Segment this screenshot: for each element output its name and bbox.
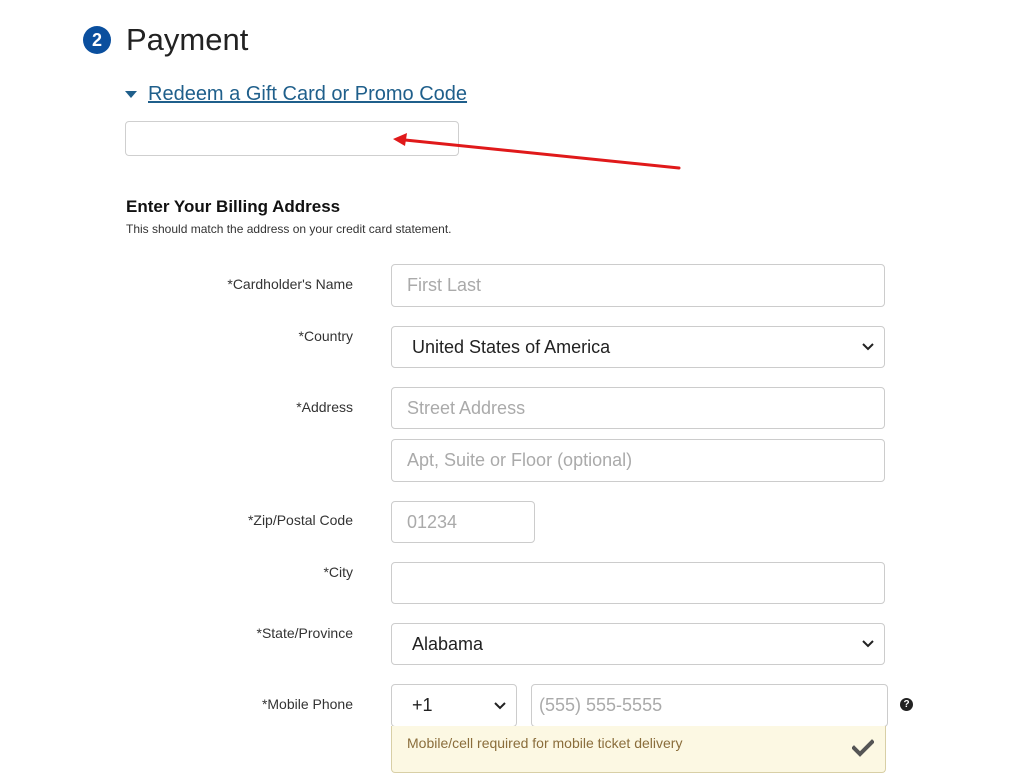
chevron-down-icon bbox=[494, 701, 506, 709]
promo-code-input[interactable] bbox=[125, 121, 459, 156]
country-label: *Country bbox=[298, 328, 353, 344]
chevron-down-icon bbox=[862, 343, 874, 351]
promo-code-toggle[interactable]: Redeem a Gift Card or Promo Code bbox=[125, 81, 467, 107]
state-selected-value: Alabama bbox=[412, 633, 484, 654]
chevron-down-icon bbox=[862, 640, 874, 648]
mobile-phone-label: *Mobile Phone bbox=[261, 696, 353, 712]
country-select[interactable]: United States of America bbox=[391, 326, 885, 368]
city-label: *City bbox=[323, 564, 353, 580]
zip-code-input[interactable] bbox=[391, 501, 535, 543]
cardholder-name-label: *Cardholder's Name bbox=[227, 276, 353, 292]
phone-country-code-value: +1 bbox=[412, 695, 433, 715]
phone-country-code-select[interactable]: +1 bbox=[391, 684, 517, 727]
country-selected-value: United States of America bbox=[412, 336, 611, 357]
question-circle-icon[interactable]: ? bbox=[900, 698, 913, 711]
zip-code-label: *Zip/Postal Code bbox=[247, 512, 353, 528]
cardholder-name-input[interactable] bbox=[391, 264, 885, 307]
caret-down-icon bbox=[125, 91, 137, 98]
step-number-badge: 2 bbox=[83, 26, 111, 54]
state-label: *State/Province bbox=[256, 625, 354, 641]
promo-code-link[interactable]: Redeem a Gift Card or Promo Code bbox=[148, 81, 467, 107]
mobile-phone-input[interactable] bbox=[531, 684, 888, 727]
billing-section-subtitle: This should match the address on your cr… bbox=[126, 222, 452, 236]
address-label: *Address bbox=[296, 399, 353, 415]
apt-suite-input[interactable] bbox=[391, 439, 885, 482]
checkmark-icon bbox=[852, 739, 874, 757]
mobile-phone-notice-text: Mobile/cell required for mobile ticket d… bbox=[407, 735, 683, 751]
city-input[interactable] bbox=[391, 562, 885, 604]
state-select[interactable]: Alabama bbox=[391, 623, 885, 665]
mobile-phone-notice: Mobile/cell required for mobile ticket d… bbox=[391, 726, 886, 773]
street-address-input[interactable] bbox=[391, 387, 885, 429]
billing-section-title: Enter Your Billing Address bbox=[126, 197, 341, 216]
page-title: Payment bbox=[126, 22, 249, 57]
